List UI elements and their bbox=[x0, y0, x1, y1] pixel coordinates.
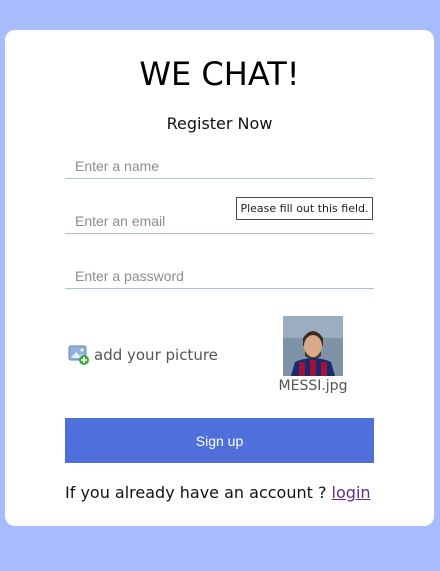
selected-file-name: MESSI.jpg bbox=[278, 378, 348, 394]
add-picture-label: add your picture bbox=[94, 346, 218, 364]
add-picture-button[interactable]: add your picture bbox=[68, 344, 218, 366]
picture-preview: MESSI.jpg bbox=[273, 316, 353, 395]
name-input[interactable] bbox=[65, 153, 374, 179]
login-prompt-text: If you already have an account ? bbox=[65, 483, 332, 502]
sign-up-button[interactable]: Sign up bbox=[65, 418, 374, 463]
profile-picture-thumbnail bbox=[283, 316, 343, 376]
register-subtitle: Register Now bbox=[166, 114, 273, 133]
image-add-icon bbox=[68, 344, 90, 366]
register-card: WE CHAT! Register Now Please fill out th… bbox=[5, 30, 434, 526]
login-link[interactable]: login bbox=[332, 483, 371, 502]
validation-tooltip: Please fill out this field. bbox=[236, 197, 373, 220]
login-prompt: If you already have an account ? login bbox=[65, 483, 371, 503]
password-input[interactable] bbox=[65, 263, 374, 289]
app-title: WE CHAT! bbox=[139, 55, 300, 93]
